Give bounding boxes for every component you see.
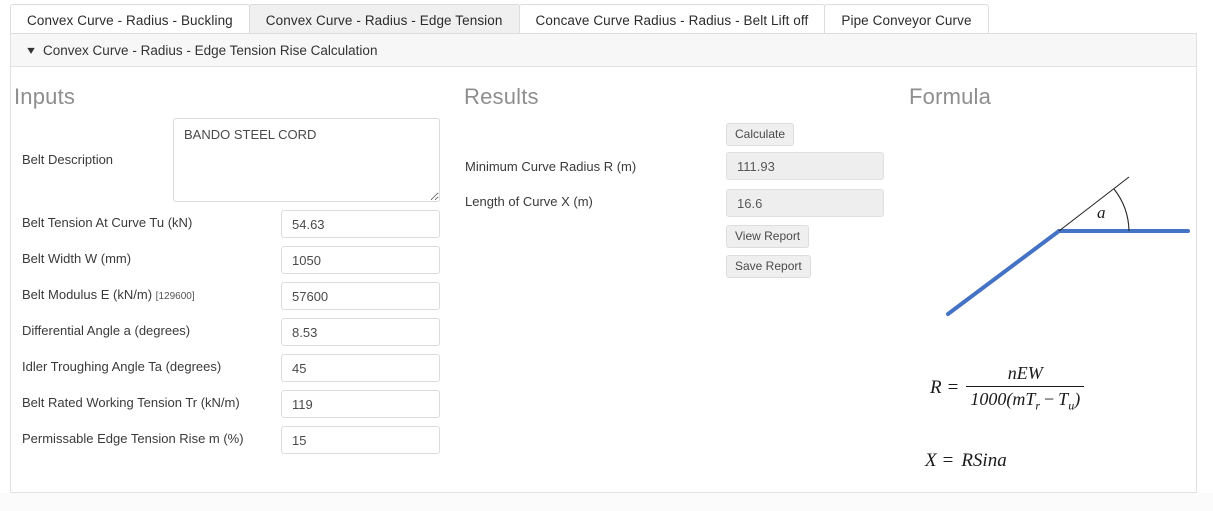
belt-rated-working-tension-input[interactable] bbox=[281, 390, 440, 418]
den-t-r-sub: r bbox=[1035, 398, 1041, 413]
permissable-edge-tension-rise-label: Permissable Edge Tension Rise m (%) bbox=[22, 431, 244, 446]
formula-main-denominator: 1000(mTr − Tu) bbox=[966, 387, 1084, 414]
minimum-curve-radius-label: Minimum Curve Radius R (m) bbox=[465, 159, 637, 174]
diagram-angle-ray bbox=[1058, 176, 1130, 232]
length-of-curve-label: Length of Curve X (m) bbox=[465, 194, 593, 209]
chevron-down-icon: ▾ bbox=[27, 43, 35, 57]
page-bottom-fill bbox=[0, 493, 1213, 511]
tab-bar: Convex Curve - Radius - Buckling Convex … bbox=[10, 2, 1197, 35]
belt-tension-at-curve-label: Belt Tension At Curve Tu (kN) bbox=[22, 215, 193, 230]
formula-main-equation: R = nEW 1000(mTr − Tu) bbox=[930, 363, 1085, 414]
belt-description-textarea[interactable] bbox=[173, 118, 440, 202]
results-heading: Results bbox=[464, 84, 539, 109]
tab-label: Convex Curve - Radius - Buckling bbox=[27, 12, 233, 28]
tab-pipe-conveyor-curve[interactable]: Pipe Conveyor Curve bbox=[824, 4, 989, 35]
diagram-angle-label: a bbox=[1097, 203, 1106, 222]
tab-convex-curve-radius-buckling[interactable]: Convex Curve - Radius - Buckling bbox=[10, 4, 250, 35]
formula-secondary-equation: X = RSina bbox=[925, 450, 1007, 472]
panel-title: Convex Curve - Radius - Edge Tension Ris… bbox=[43, 42, 378, 58]
formula-main-lhs: R bbox=[930, 377, 942, 399]
belt-width-input[interactable] bbox=[281, 246, 440, 274]
calculate-button[interactable]: Calculate bbox=[726, 123, 795, 146]
formula-heading: Formula bbox=[909, 84, 992, 109]
diagram-angle-arc bbox=[1113, 188, 1130, 232]
tab-label: Pipe Conveyor Curve bbox=[841, 12, 972, 28]
diagram-inclined-belt-line bbox=[946, 229, 1061, 316]
formula-sec-equals: = bbox=[942, 450, 954, 471]
den-operator: − bbox=[1044, 389, 1055, 409]
collapsible-panel-header[interactable]: ▾ Convex Curve - Radius - Edge Tension R… bbox=[11, 34, 1196, 67]
den-t-u-base: T bbox=[1058, 389, 1069, 409]
belt-rated-working-tension-label: Belt Rated Working Tension Tr (kN/m) bbox=[22, 395, 240, 410]
tab-label: Convex Curve - Radius - Edge Tension bbox=[265, 12, 503, 28]
tab-concave-curve-radius-belt-lift-off[interactable]: Concave Curve Radius - Radius - Belt Lif… bbox=[518, 4, 826, 35]
den-prefix: 1000(m bbox=[970, 389, 1026, 409]
differential-angle-input[interactable] bbox=[281, 318, 440, 346]
belt-width-label: Belt Width W (mm) bbox=[22, 251, 132, 266]
minimum-curve-radius-output[interactable] bbox=[726, 152, 884, 180]
permissable-edge-tension-rise-input[interactable] bbox=[281, 426, 440, 454]
belt-tension-at-curve-input[interactable] bbox=[281, 210, 440, 238]
idler-troughing-angle-label: Idler Troughing Angle Ta (degrees) bbox=[22, 359, 222, 374]
save-report-button[interactable]: Save Report bbox=[726, 255, 811, 278]
convex-curve-angle-diagram: a bbox=[946, 176, 1190, 316]
formula-main-numerator: nEW bbox=[1007, 363, 1043, 383]
formula-main-equals: = bbox=[947, 377, 959, 399]
length-of-curve-output[interactable] bbox=[726, 189, 884, 217]
belt-modulus-input[interactable] bbox=[281, 282, 440, 310]
den-suffix: ) bbox=[1074, 389, 1081, 409]
formula-sec-rhs: RSina bbox=[961, 450, 1007, 471]
inputs-heading: Inputs bbox=[14, 84, 76, 109]
idler-troughing-angle-input[interactable] bbox=[281, 354, 440, 382]
view-report-button[interactable]: View Report bbox=[726, 225, 810, 248]
tab-label: Concave Curve Radius - Radius - Belt Lif… bbox=[535, 12, 809, 28]
belt-description-label: Belt Description bbox=[22, 152, 114, 167]
tab-convex-curve-radius-edge-tension[interactable]: Convex Curve - Radius - Edge Tension bbox=[248, 4, 520, 35]
formula-main-fraction: nEW 1000(mTr − Tu) bbox=[966, 363, 1085, 414]
belt-modulus-hint: [129600] bbox=[155, 291, 195, 302]
formula-sec-lhs: X bbox=[925, 450, 937, 471]
den-t-r-base: T bbox=[1025, 389, 1036, 409]
belt-modulus-label-text: Belt Modulus E (kN/m) bbox=[22, 287, 153, 302]
differential-angle-label: Differential Angle a (degrees) bbox=[22, 323, 191, 338]
belt-modulus-label: Belt Modulus E (kN/m) [129600] bbox=[22, 287, 195, 302]
